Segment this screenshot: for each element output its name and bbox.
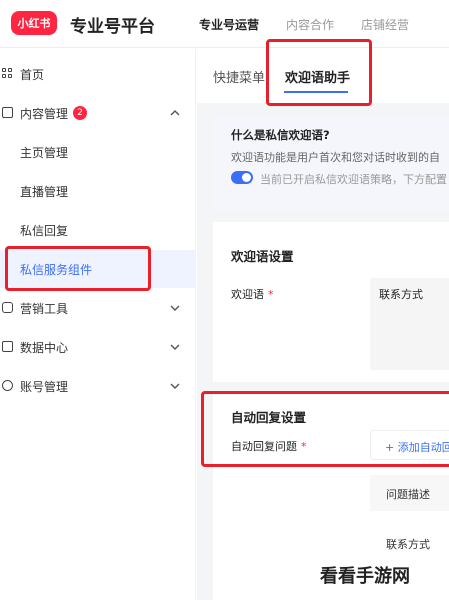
- sidebar-item-data-center[interactable]: 数据中心: [0, 328, 196, 366]
- sidebar-item-label: 首页: [20, 67, 45, 82]
- sidebar-item-marketing-tools[interactable]: 营销工具: [0, 289, 196, 327]
- document-icon: [2, 107, 13, 118]
- info-description: 欢迎语功能是用户首次和您对话时收到的自: [231, 151, 440, 164]
- sidebar: 首页 内容管理 2 主页管理 直播管理 私信回复 私信服务组件 营销工具 数据中…: [0, 49, 196, 600]
- tab-bar: 快捷菜单 欢迎语助手: [197, 49, 449, 103]
- welcome-info-card: 什么是私信欢迎语? 欢迎语功能是用户首次和您对话时收到的自 当前已开启私信欢迎语…: [213, 115, 449, 211]
- auto-reply-field-label: 自动回复问题 *: [231, 440, 307, 453]
- sidebar-item-homepage-management[interactable]: 主页管理: [0, 133, 196, 171]
- sidebar-item-label: 私信回复: [20, 223, 69, 238]
- nav-pro-operation[interactable]: 专业号运营: [199, 16, 259, 33]
- top-nav: 专业号运营 内容合作 店铺经营: [199, 16, 436, 33]
- sidebar-item-home[interactable]: 首页: [0, 55, 196, 93]
- chevron-up-icon[interactable]: [168, 106, 182, 120]
- required-mark: *: [301, 440, 307, 453]
- sidebar-item-label: 私信服务组件: [20, 262, 93, 277]
- count-badge: 2: [73, 106, 87, 120]
- welcome-message-textarea[interactable]: 联系方式: [370, 278, 449, 370]
- sidebar-item-label: 账号管理: [20, 379, 69, 394]
- welcome-settings-card: 欢迎语设置 欢迎语 * 联系方式: [213, 222, 449, 382]
- add-auto-reply-button[interactable]: + 添加自动回复: [370, 430, 449, 460]
- welcome-message-value: 联系方式: [379, 288, 423, 301]
- watermark-text: 看看手游网: [320, 566, 410, 587]
- contact-info-field[interactable]: 联系方式: [370, 525, 449, 561]
- platform-title: 专业号平台: [70, 17, 155, 37]
- sidebar-item-label: 内容管理: [20, 106, 69, 121]
- tab-quick-menu[interactable]: 快捷菜单: [213, 67, 265, 86]
- tool-icon: [2, 302, 13, 313]
- sidebar-item-live-management[interactable]: 直播管理: [0, 172, 196, 210]
- welcome-toggle[interactable]: [231, 171, 253, 184]
- sidebar-item-account-management[interactable]: 账号管理: [0, 367, 196, 405]
- sidebar-item-dm-service-component[interactable]: 私信服务组件: [0, 250, 196, 288]
- sidebar-item-label: 营销工具: [20, 301, 69, 316]
- grid-icon: [2, 68, 13, 79]
- xiaohongshu-logo[interactable]: 小红书: [11, 11, 57, 35]
- nav-store-operation[interactable]: 店铺经营: [361, 16, 409, 33]
- sidebar-item-label: 数据中心: [20, 340, 69, 355]
- info-title: 什么是私信欢迎语?: [231, 128, 330, 142]
- toggle-status-text: 当前已开启私信欢迎语策略，下方配置: [260, 173, 447, 186]
- tab-welcome-assistant[interactable]: 欢迎语助手: [285, 67, 350, 86]
- chevron-down-icon[interactable]: [168, 301, 182, 315]
- nav-content-cooperation[interactable]: 内容合作: [286, 16, 334, 33]
- sidebar-item-label: 主页管理: [20, 145, 69, 160]
- question-description-field[interactable]: 问题描述: [370, 475, 449, 511]
- tab-active-indicator: [284, 91, 348, 93]
- chevron-down-icon[interactable]: [168, 379, 182, 393]
- required-mark: *: [268, 288, 274, 301]
- account-icon: [2, 380, 13, 391]
- auto-reply-title: 自动回复设置: [231, 410, 307, 425]
- top-header: 小红书 专业号平台 专业号运营 内容合作 店铺经营: [0, 0, 449, 48]
- main-content: 快捷菜单 欢迎语助手 什么是私信欢迎语? 欢迎语功能是用户首次和您对话时收到的自…: [197, 49, 449, 600]
- welcome-field-label: 欢迎语 *: [231, 288, 274, 301]
- sidebar-item-dm-reply[interactable]: 私信回复: [0, 211, 196, 249]
- sidebar-item-content-management[interactable]: 内容管理 2: [0, 94, 196, 132]
- sidebar-item-label: 直播管理: [20, 184, 69, 199]
- chart-icon: [2, 341, 13, 352]
- welcome-settings-title: 欢迎语设置: [231, 249, 294, 264]
- chevron-down-icon[interactable]: [168, 340, 182, 354]
